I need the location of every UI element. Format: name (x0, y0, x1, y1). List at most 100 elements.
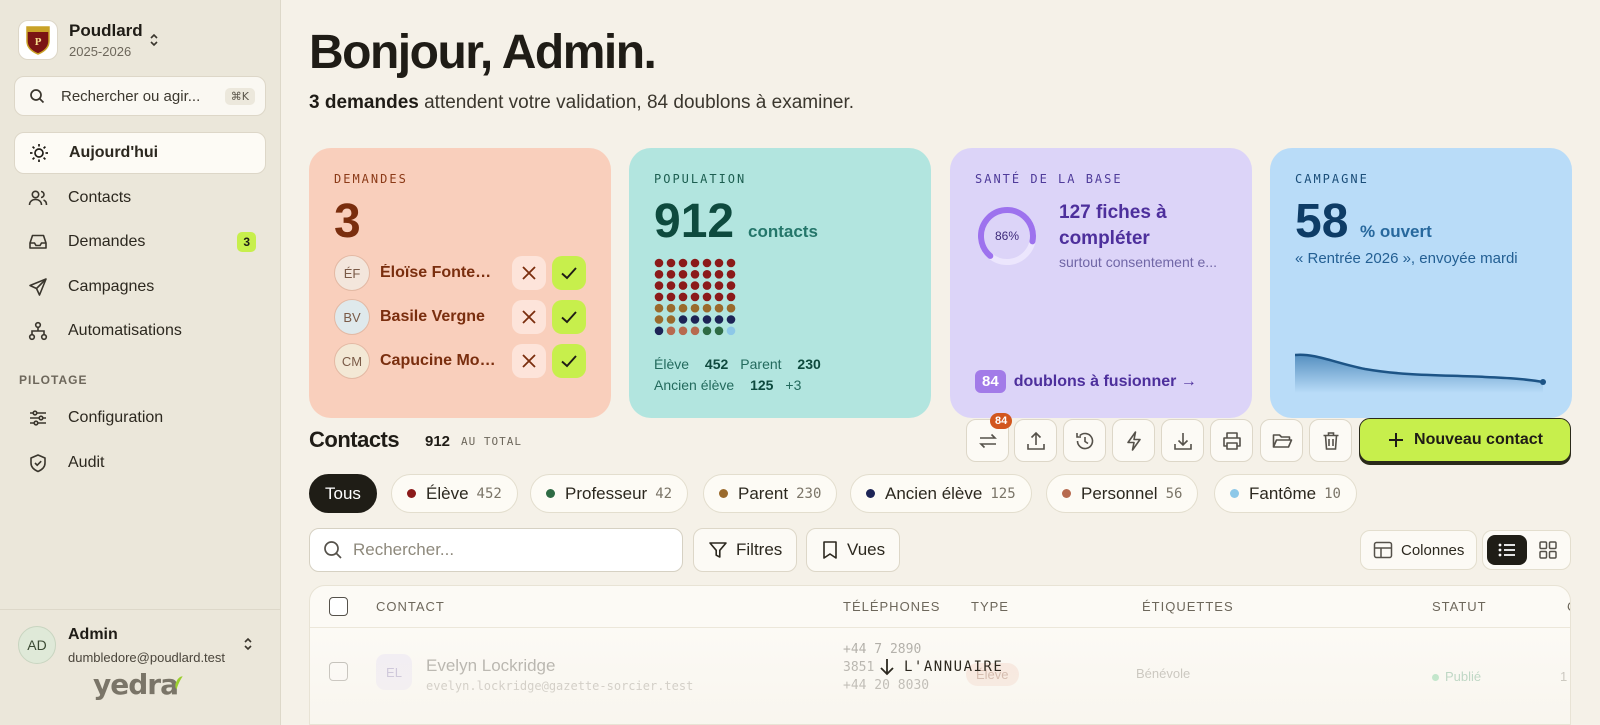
filter-chip-ancien-eleve[interactable]: Ancien élève 125 (850, 474, 1032, 513)
nav-label: Automatisations (68, 322, 182, 339)
row-checkbox[interactable] (329, 662, 348, 681)
contact-email: evelyn.lockridge@gazette-sorcier.test (426, 679, 694, 693)
card-sante[interactable]: SANTÉ DE LA BASE 86% 127 fiches à complé… (950, 148, 1252, 418)
sante-subtitle: surtout consentement e... (1059, 254, 1217, 270)
columns-button[interactable]: Colonnes (1360, 530, 1478, 570)
command-search[interactable]: Rechercher ou agir... ⌘K (14, 76, 266, 116)
filter-chip-fantome[interactable]: Fantôme 10 (1214, 474, 1357, 513)
filter-chip-personnel[interactable]: Personnel 56 (1046, 474, 1199, 513)
contacts-search-input[interactable]: Rechercher... (309, 528, 683, 572)
reject-button[interactable] (512, 256, 546, 290)
command-search-placeholder: Rechercher ou agir... (61, 87, 201, 105)
population-dot (666, 315, 676, 324)
list-view-button[interactable] (1487, 535, 1527, 565)
population-dot (654, 281, 664, 290)
population-dot (654, 270, 664, 279)
population-dot (690, 258, 700, 268)
column-header-telephones[interactable]: TÉLÉPHONES (843, 599, 940, 614)
secondary-nav: Configuration Audit (14, 397, 266, 486)
new-contact-button[interactable]: Nouveau contact (1359, 418, 1571, 462)
population-dot (714, 270, 724, 279)
reject-button[interactable] (512, 300, 546, 334)
school-switcher[interactable]: P Poudlard 2025-2026 (18, 20, 158, 60)
population-dot (714, 281, 724, 290)
card-label: POPULATION (654, 172, 747, 186)
population-dot (654, 258, 664, 268)
avatar: CM (334, 343, 370, 379)
grid-view-button[interactable] (1528, 535, 1568, 565)
card-campagne[interactable]: CAMPAGNE 58 % ouvert « Rentrée 2026 », e… (1270, 148, 1572, 418)
nav-item-contacts[interactable]: Contacts (14, 177, 266, 219)
check-icon (561, 311, 577, 324)
population-dot (666, 281, 676, 290)
campaign-subtitle: « Rentrée 2026 », envoyée mardi (1295, 250, 1518, 267)
user-name: Admin (68, 626, 118, 643)
columns-icon (1373, 541, 1393, 559)
card-demandes[interactable]: DEMANDES 3 ÉF Éloïse Fontenelle BV Basil… (309, 148, 611, 418)
column-header-type[interactable]: TYPE (971, 599, 1009, 614)
nav-item-audit[interactable]: Audit (14, 442, 266, 484)
population-dot (702, 270, 712, 279)
close-icon (522, 266, 536, 280)
column-header-etiquettes[interactable]: ÉTIQUETTES (1142, 599, 1234, 614)
user-email: dumbledore@poudlard.test (68, 650, 226, 665)
nav-item-campagnes[interactable]: Campagnes (14, 266, 266, 308)
nav-item-automatisations[interactable]: Automatisations (14, 310, 266, 352)
views-button[interactable]: Vues (806, 528, 901, 572)
history-button[interactable] (1063, 419, 1106, 462)
avatar: EL (376, 654, 412, 690)
grid-icon (1539, 541, 1557, 559)
workflow-icon (28, 321, 48, 341)
column-header-statut[interactable]: STATUT (1432, 599, 1487, 614)
contact-name[interactable]: Evelyn Lockridge (426, 656, 555, 676)
column-header-contact[interactable]: CONTACT (376, 599, 445, 614)
duplicates-link[interactable]: 84 doublons à fusionner → (975, 370, 1197, 393)
reject-button[interactable] (512, 344, 546, 378)
filter-chip-eleve[interactable]: Élève 452 (391, 474, 518, 513)
select-all-checkbox[interactable] (329, 597, 348, 616)
request-name[interactable]: Basile Vergne (380, 308, 498, 326)
shortcut-hint: ⌘K (224, 88, 255, 105)
nav-item-configuration[interactable]: Configuration (14, 397, 266, 439)
card-population[interactable]: POPULATION 912 contacts Élève 452 Parent … (629, 148, 931, 418)
filter-chip-professeur[interactable]: Professeur 42 (530, 474, 689, 513)
population-dot (726, 315, 736, 324)
avatar: ÉF (334, 255, 370, 291)
approve-button[interactable] (552, 256, 586, 290)
population-dot (714, 303, 724, 313)
sidebar: P Poudlard 2025-2026 Rechercher ou agir.… (0, 0, 281, 725)
table-row[interactable]: EL Evelyn Lockridge evelyn.lockridge@gaz… (310, 629, 1570, 724)
filter-chip-parent[interactable]: Parent 230 (703, 474, 838, 513)
open-folder-button[interactable] (1260, 419, 1303, 462)
nav-item-demandes[interactable]: Demandes 3 (14, 221, 266, 263)
request-name[interactable]: Capucine Morel (380, 352, 498, 370)
filters-button[interactable]: Filtres (693, 528, 798, 572)
import-button[interactable] (1014, 419, 1057, 462)
close-icon (522, 354, 536, 368)
arrow-down-icon (880, 659, 894, 676)
card-label: DEMANDES (334, 172, 408, 186)
request-name[interactable]: Éloïse Fontenelle (380, 264, 498, 282)
approve-button[interactable] (552, 344, 586, 378)
status-badge: Publié (1432, 669, 1481, 684)
column-header-extra[interactable]: C (1567, 599, 1570, 614)
table-header: CONTACT TÉLÉPHONES TYPE ÉTIQUETTES STATU… (310, 586, 1570, 628)
health-gauge: 86% (977, 207, 1036, 265)
export-button[interactable] (1161, 419, 1204, 462)
gauge-label: 86% (995, 229, 1019, 243)
automation-button[interactable] (1112, 419, 1155, 462)
user-menu[interactable]: AD Admin dumbledore@poudlard.test (0, 609, 281, 725)
print-button[interactable] (1210, 419, 1253, 462)
delete-button[interactable] (1309, 419, 1352, 462)
stat-eleve: Élève 452 (654, 356, 729, 372)
filter-icon (709, 542, 727, 558)
page-title: Bonjour, Admin. (309, 26, 657, 79)
population-dot (690, 326, 700, 336)
approve-button[interactable] (552, 300, 586, 334)
population-dot (714, 315, 724, 324)
nav-item-today[interactable]: Aujourd'hui (14, 132, 266, 174)
population-dot (690, 315, 700, 324)
campaign-sparkline (1295, 353, 1546, 393)
filter-chip-tous[interactable]: Tous (309, 474, 377, 513)
scroll-to-directory-link[interactable]: L'ANNUAIRE (878, 657, 1003, 677)
